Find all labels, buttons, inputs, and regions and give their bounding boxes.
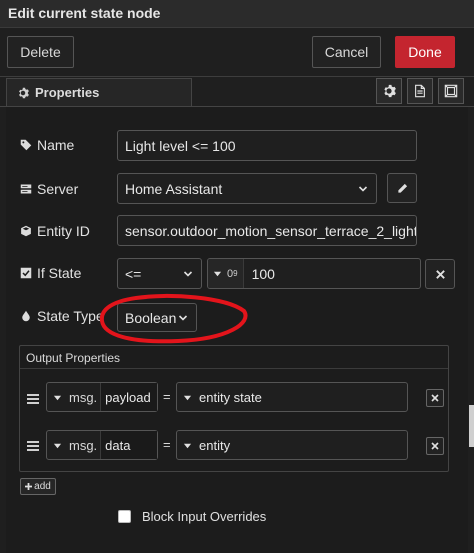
description-tool-button[interactable] bbox=[407, 78, 433, 104]
output-properties-section: Output Properties msg. payload = entity … bbox=[19, 345, 449, 472]
equals-sign: = bbox=[163, 437, 171, 452]
block-input-overrides-label: Block Input Overrides bbox=[142, 509, 267, 524]
close-icon bbox=[435, 269, 445, 279]
server-select[interactable]: Home Assistant bbox=[117, 173, 377, 204]
frame-icon bbox=[444, 84, 458, 98]
state-type-label: State Type bbox=[20, 308, 104, 324]
tab-label: Properties bbox=[35, 85, 100, 100]
name-input[interactable]: Light level <= 100 bbox=[117, 130, 417, 161]
plus-icon bbox=[25, 483, 33, 490]
equals-sign: = bbox=[163, 389, 171, 404]
settings-tool-button[interactable] bbox=[376, 78, 402, 104]
caret-down-icon[interactable] bbox=[53, 393, 63, 402]
caret-down-icon[interactable] bbox=[53, 441, 63, 450]
appearance-tool-button[interactable] bbox=[438, 78, 464, 104]
entity-id-input[interactable]: sensor.outdoor_motion_sensor_terrace_2_l… bbox=[117, 215, 417, 246]
close-icon bbox=[431, 442, 439, 450]
divider bbox=[0, 76, 474, 77]
pencil-icon bbox=[397, 183, 407, 193]
document-icon bbox=[415, 84, 425, 98]
output-properties-list: msg. payload = entity state msg. data = … bbox=[20, 368, 448, 470]
dialog-titlebar: Edit current state node bbox=[0, 0, 474, 28]
chevron-down-icon bbox=[358, 185, 368, 192]
remove-row-button[interactable] bbox=[426, 437, 444, 455]
block-input-overrides-checkbox[interactable] bbox=[118, 510, 131, 523]
state-type-select[interactable]: Boolean bbox=[117, 303, 197, 332]
cancel-button[interactable]: Cancel bbox=[312, 36, 381, 68]
delete-button[interactable]: Delete bbox=[7, 36, 74, 68]
checkbox-icon bbox=[20, 267, 32, 279]
chevron-down-icon bbox=[178, 314, 188, 321]
gear-icon bbox=[384, 84, 396, 98]
remove-if-state-button[interactable] bbox=[425, 259, 455, 289]
name-label: Name bbox=[20, 137, 74, 153]
output-value-field[interactable]: entity state bbox=[176, 382, 408, 412]
add-output-property-button[interactable]: add bbox=[20, 478, 56, 495]
output-value-field[interactable]: entity bbox=[176, 430, 408, 460]
gear-icon bbox=[19, 87, 29, 98]
chevron-down-icon bbox=[183, 270, 193, 277]
tag-icon bbox=[20, 139, 32, 151]
drag-handle-icon[interactable] bbox=[27, 441, 39, 451]
server-label: Server bbox=[20, 181, 78, 197]
caret-down-icon bbox=[213, 271, 222, 277]
if-state-value-input[interactable]: 09 100 bbox=[207, 258, 421, 289]
drag-handle-icon[interactable] bbox=[27, 394, 39, 404]
if-state-operator-select[interactable]: <= bbox=[117, 258, 202, 289]
scrollbar-thumb[interactable] bbox=[469, 405, 474, 447]
remove-row-button[interactable] bbox=[426, 389, 444, 407]
droplet-icon bbox=[22, 310, 30, 322]
dialog-title: Edit current state node bbox=[8, 5, 161, 21]
done-button[interactable]: Done bbox=[395, 36, 455, 68]
output-property-field[interactable]: msg. data bbox=[46, 430, 158, 460]
entity-id-label: Entity ID bbox=[20, 223, 90, 239]
tab-properties[interactable]: Properties bbox=[6, 78, 192, 106]
output-properties-header: Output Properties bbox=[26, 351, 121, 365]
caret-down-icon[interactable] bbox=[183, 393, 193, 402]
if-state-label: If State bbox=[20, 265, 81, 281]
close-icon bbox=[431, 394, 439, 402]
edit-server-button[interactable] bbox=[387, 173, 417, 203]
type-selector[interactable]: 09 bbox=[208, 259, 244, 288]
caret-down-icon[interactable] bbox=[183, 441, 193, 450]
cube-icon bbox=[21, 225, 31, 237]
output-property-field[interactable]: msg. payload bbox=[46, 382, 158, 412]
server-icon bbox=[20, 184, 32, 194]
